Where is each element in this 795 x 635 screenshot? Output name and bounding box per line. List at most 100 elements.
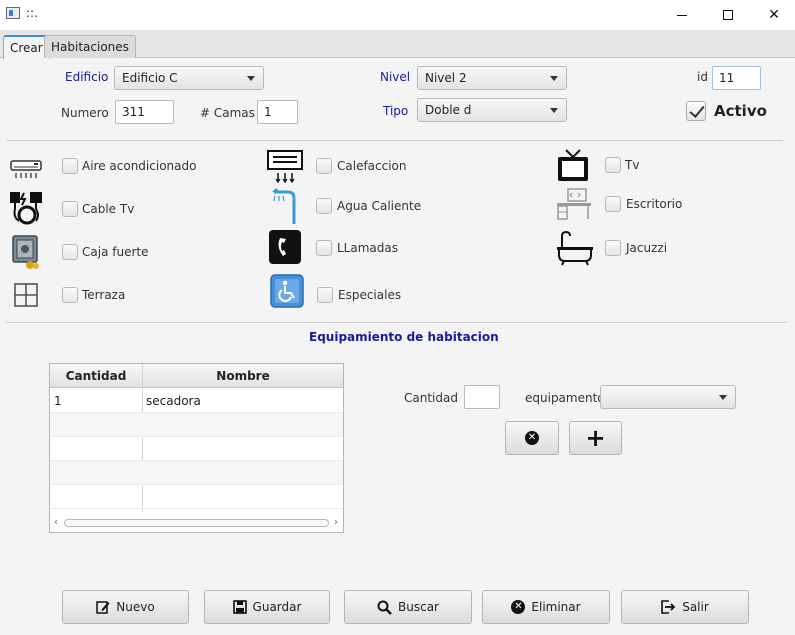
eliminar-button[interactable]: ✕ Eliminar [482, 590, 610, 624]
save-icon [232, 600, 247, 614]
camas-field[interactable]: 1 [257, 100, 298, 124]
especiales-label: Especiales [338, 288, 402, 302]
activo-label: Activo [714, 102, 767, 120]
heater-icon [266, 148, 304, 189]
calefaccion-label: Calefaccion [337, 159, 407, 173]
eliminar-label: Eliminar [531, 600, 581, 614]
plus-icon: + [585, 424, 606, 452]
window-icon [13, 282, 39, 311]
jacuzzi-checkbox[interactable] [605, 240, 621, 256]
window-title: ::. [26, 6, 38, 20]
buscar-label: Buscar [398, 600, 439, 614]
close-button[interactable]: ✕ [751, 0, 795, 30]
cell-cantidad: 1 [54, 394, 62, 408]
tipo-label: Tipo [383, 104, 409, 118]
phone-icon [268, 229, 302, 268]
remove-icon: ✕ [525, 431, 539, 445]
calefaccion-checkbox[interactable] [316, 158, 332, 174]
cable-tv-label: Cable Tv [82, 202, 135, 216]
salir-label: Salir [682, 600, 709, 614]
camas-label: # Camas [200, 106, 255, 120]
delete-icon: ✕ [511, 600, 526, 614]
bathtub-icon [556, 230, 594, 269]
salir-button[interactable]: Salir [621, 590, 749, 624]
tv-label: Tv [625, 158, 640, 172]
minimize-button[interactable] [659, 0, 705, 30]
table-header: Cantidad Nombre [50, 364, 343, 388]
terraza-label: Terraza [82, 288, 126, 302]
aire-acondicionado-label: Aire acondicionado [82, 159, 197, 173]
scroll-right-icon[interactable]: › [334, 517, 338, 528]
escritorio-checkbox[interactable] [605, 196, 621, 212]
tab-habitaciones[interactable]: Habitaciones [44, 35, 136, 58]
column-header-nombre[interactable]: Nombre [143, 364, 343, 388]
numero-field[interactable]: 311 [115, 100, 174, 124]
safe-icon [10, 234, 42, 273]
cell-nombre: secadora [146, 394, 201, 408]
caja-fuerte-checkbox[interactable] [62, 244, 78, 260]
edit-icon [96, 601, 110, 614]
separator [6, 140, 783, 141]
column-header-cantidad[interactable]: Cantidad [50, 364, 142, 388]
add-equipment-button[interactable]: + [569, 421, 622, 455]
guardar-button[interactable]: Guardar [204, 590, 330, 624]
edificio-value: Edificio C [122, 71, 178, 85]
scrollbar-thumb[interactable] [64, 519, 329, 527]
table-row [50, 461, 343, 485]
cantidad-field[interactable] [464, 385, 500, 409]
table-row [50, 437, 343, 461]
shower-icon [270, 186, 302, 229]
horizontal-scrollbar[interactable]: ‹ › [52, 516, 341, 530]
tipo-select[interactable]: Doble d [417, 98, 567, 122]
desk-icon [556, 188, 592, 223]
activo-checkbox[interactable] [686, 101, 706, 121]
cable-tv-icon [8, 190, 46, 229]
caja-fuerte-label: Caja fuerte [82, 245, 149, 259]
nivel-select[interactable]: Nivel 2 [417, 66, 567, 90]
nivel-label: Nivel [380, 70, 411, 84]
id-field[interactable]: 11 [712, 66, 761, 90]
table-row[interactable]: 1 secadora [50, 389, 343, 413]
buscar-button[interactable]: Buscar [344, 590, 472, 624]
edificio-label: Edificio [65, 70, 109, 84]
jacuzzi-label: Jacuzzi [626, 241, 668, 255]
equipamento-label: equipamento [525, 391, 605, 405]
edificio-select[interactable]: Edificio C [114, 66, 264, 90]
air-conditioner-icon [10, 155, 42, 184]
numero-label: Numero [61, 106, 109, 120]
minimize-icon [677, 14, 687, 16]
remove-equipment-button[interactable]: ✕ [505, 421, 559, 455]
tab-crear[interactable]: Crear [3, 35, 50, 59]
exit-icon [661, 600, 676, 614]
cable-tv-checkbox[interactable] [62, 201, 78, 217]
agua-caliente-label: Agua Caliente [337, 199, 422, 213]
tv-checkbox[interactable] [605, 157, 621, 173]
escritorio-label: Escritorio [626, 197, 683, 211]
cantidad-label: Cantidad [404, 391, 458, 405]
especiales-checkbox[interactable] [317, 287, 333, 303]
agua-caliente-checkbox[interactable] [316, 198, 332, 214]
equipment-title: Equipamiento de habitacion [309, 330, 499, 344]
separator [6, 322, 787, 323]
llamadas-checkbox[interactable] [316, 240, 332, 256]
nuevo-label: Nuevo [116, 600, 155, 614]
tv-icon [556, 148, 590, 187]
table-row [50, 485, 343, 509]
nivel-value: Nivel 2 [425, 71, 467, 85]
scroll-left-icon[interactable]: ‹ [54, 517, 58, 528]
search-icon [377, 600, 392, 615]
chevron-down-icon [550, 108, 558, 113]
chevron-down-icon [719, 395, 727, 400]
nuevo-button[interactable]: Nuevo [62, 590, 189, 624]
chevron-down-icon [247, 76, 255, 81]
app-icon [6, 7, 20, 19]
maximize-icon [723, 10, 733, 20]
terraza-checkbox[interactable] [62, 287, 78, 303]
equipamento-select[interactable] [600, 385, 736, 409]
chevron-down-icon [550, 76, 558, 81]
maximize-button[interactable] [705, 0, 751, 30]
llamadas-label: LLamadas [337, 241, 398, 255]
aire-acondicionado-checkbox[interactable] [62, 158, 78, 174]
accessibility-icon [270, 274, 304, 311]
id-label: id [697, 70, 708, 84]
